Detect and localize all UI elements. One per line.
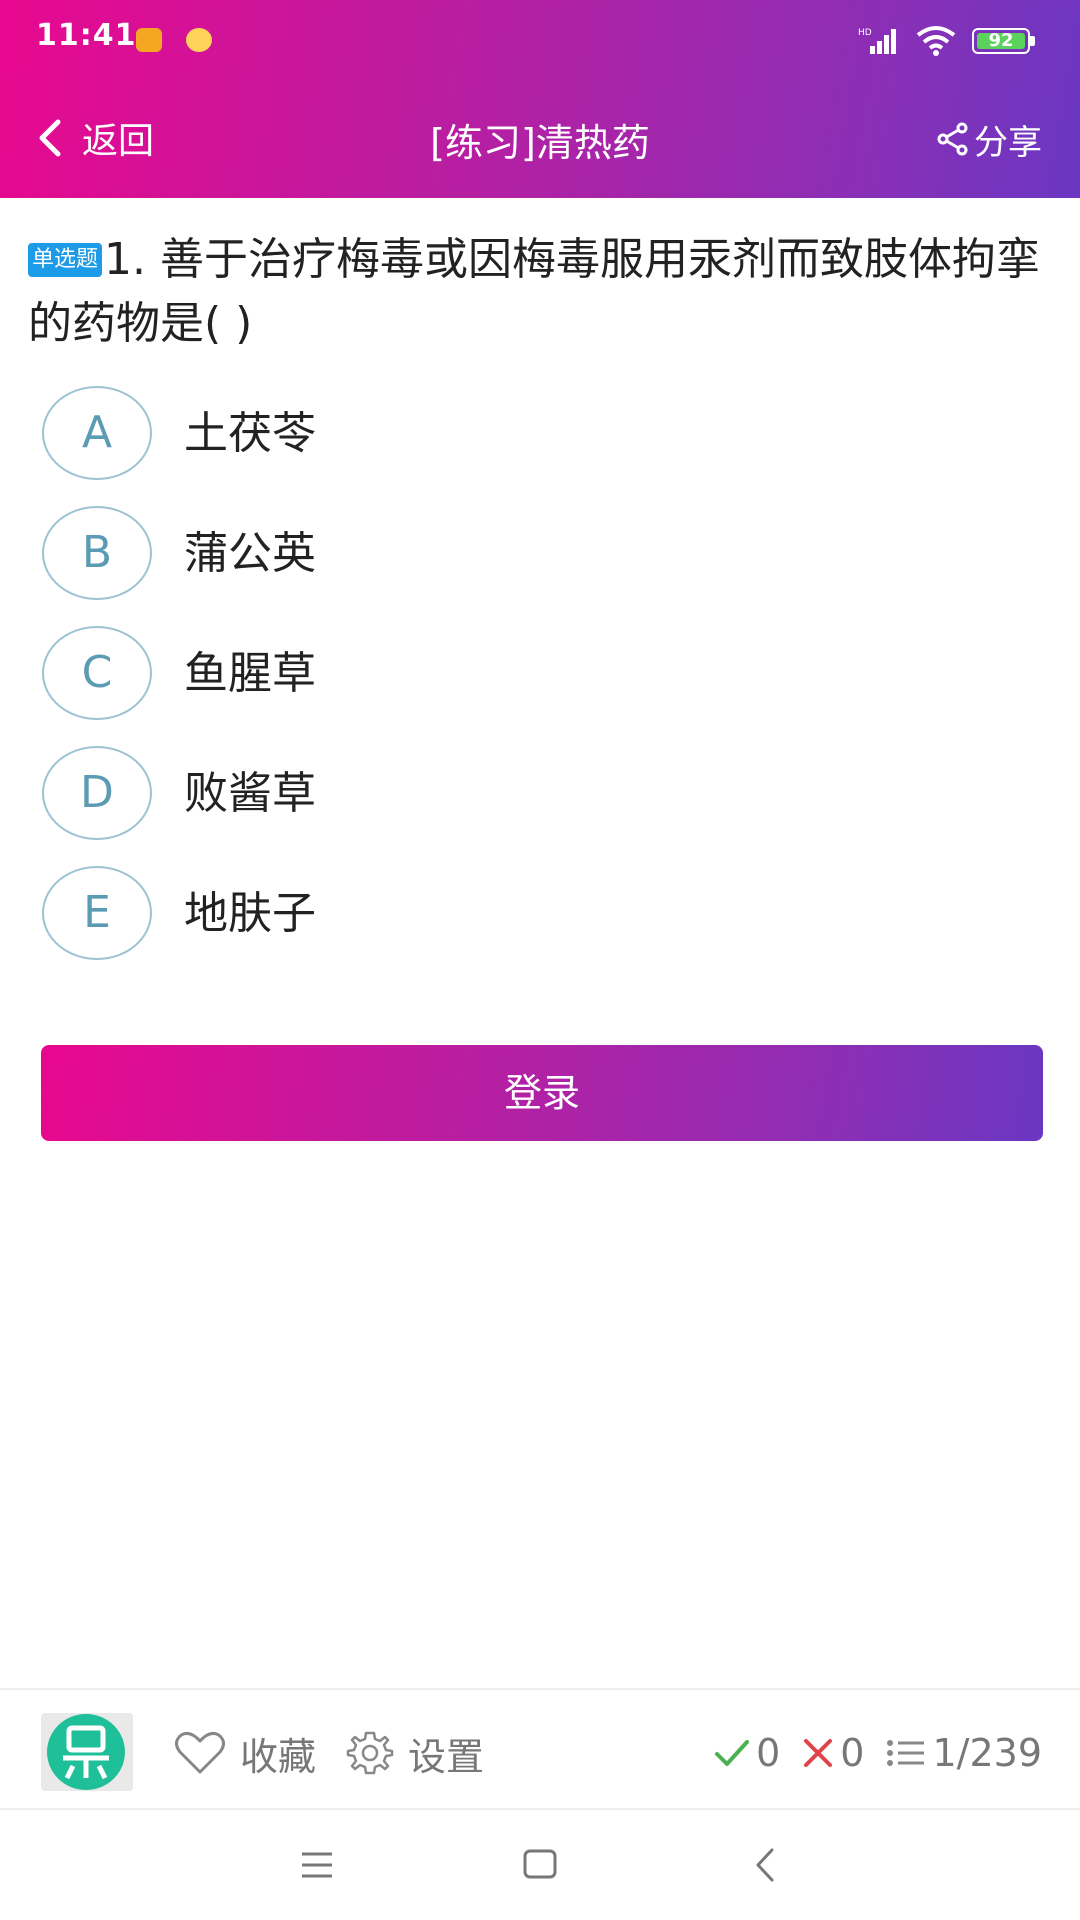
nav-bar: 返回 [练习]清热药 分享: [0, 98, 1080, 178]
option-text: 土茯苓: [184, 408, 316, 459]
network-type-label: HD: [858, 28, 872, 38]
progress-value: 1/239: [932, 1731, 1042, 1775]
option-letter: A: [42, 386, 152, 480]
app-notification-icon: [136, 28, 162, 52]
share-label: 分享: [974, 122, 1042, 163]
favorite-button[interactable]: 收藏: [174, 1728, 317, 1779]
option-text: 地肤子: [184, 888, 316, 939]
cross-icon: [804, 1739, 833, 1767]
home-icon[interactable]: [515, 1840, 565, 1890]
status-bar: 11:41 HD 92: [0, 0, 1080, 80]
system-navigation-bar: [0, 1810, 1080, 1920]
option-letter: E: [42, 866, 152, 960]
header: 11:41 HD 92 返回 [练习]清热药 分享: [0, 0, 1080, 198]
wrong-count: 0: [802, 1731, 864, 1775]
option-text: 蒲公英: [184, 528, 316, 579]
option-d[interactable]: D 败酱草: [40, 746, 1040, 844]
option-text: 败酱草: [184, 768, 316, 819]
status-time: 11:41: [36, 18, 137, 53]
question-text-block: 单选题 1. 善于治疗梅毒或因梅毒服用汞剂而致肢体拘挛的药物是( ): [28, 228, 1048, 356]
question-text: 1. 善于治疗梅毒或因梅毒服用汞剂而致肢体拘挛的药物是( ): [28, 234, 1040, 349]
option-c[interactable]: C 鱼腥草: [40, 626, 1040, 724]
heart-icon: [175, 1731, 225, 1774]
option-a[interactable]: A 土茯苓: [40, 386, 1040, 484]
settings-label: 设置: [408, 1734, 485, 1779]
option-text: 鱼腥草: [184, 648, 316, 699]
list-icon: [887, 1740, 925, 1766]
app-notification-icon-2: [186, 28, 212, 52]
check-icon: [715, 1740, 750, 1766]
correct-count: 0: [714, 1731, 780, 1775]
signal-icon: HD: [858, 28, 896, 54]
question-type-badge: 单选题: [28, 243, 103, 277]
answer-stats: 0 0 1/239: [692, 1728, 1042, 1778]
share-icon: [937, 122, 968, 156]
page-title: [练习]清热药: [430, 121, 650, 165]
wrong-count-value: 0: [840, 1731, 865, 1775]
share-button[interactable]: 分享: [936, 114, 1042, 164]
correct-count-value: 0: [756, 1731, 781, 1775]
battery-icon: 92: [972, 28, 1036, 54]
progress-button[interactable]: 1/239: [886, 1731, 1042, 1775]
app-logo[interactable]: [41, 1713, 133, 1791]
option-letter: D: [42, 746, 152, 840]
back-nav-icon[interactable]: [742, 1840, 792, 1890]
logo-glyph-icon: [63, 1725, 109, 1780]
option-letter: C: [42, 626, 152, 720]
app-logo-icon: [47, 1714, 125, 1790]
option-e[interactable]: E 地肤子: [40, 866, 1040, 964]
login-button[interactable]: 登录: [41, 1045, 1043, 1141]
favorite-label: 收藏: [240, 1734, 317, 1779]
menu-icon[interactable]: [292, 1840, 342, 1890]
option-letter: B: [42, 506, 152, 600]
settings-button[interactable]: 设置: [346, 1728, 485, 1779]
battery-level: 92: [988, 30, 1014, 51]
option-b[interactable]: B 蒲公英: [40, 506, 1040, 604]
wifi-icon: [916, 26, 956, 56]
gear-icon: [346, 1731, 394, 1775]
bottom-toolbar: 收藏 设置 0 0 1/239: [0, 1690, 1080, 1808]
